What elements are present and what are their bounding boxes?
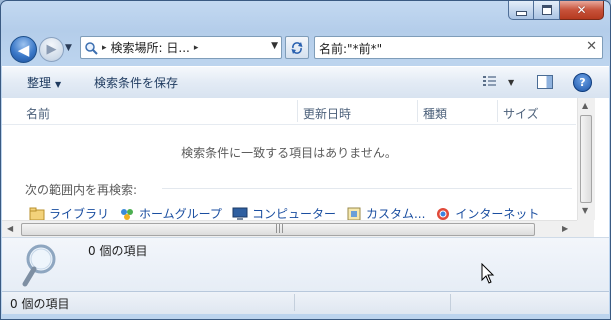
status-item-count: 0 個の項目 bbox=[10, 297, 70, 311]
mouse-pointer-icon bbox=[481, 263, 495, 284]
help-button[interactable]: ? bbox=[573, 73, 592, 92]
save-search-button[interactable]: 検索条件を保存 bbox=[94, 74, 178, 91]
scroll-down-icon[interactable]: ▼ bbox=[582, 206, 588, 215]
breadcrumb-separator-icon[interactable]: ▸ bbox=[194, 43, 199, 53]
forward-button[interactable]: ▶ bbox=[39, 37, 64, 62]
chevron-down-icon: ▼ bbox=[55, 80, 62, 89]
scroll-right-icon[interactable]: ▶ bbox=[562, 224, 568, 233]
change-view-button[interactable] bbox=[482, 74, 498, 91]
scroll-up-icon[interactable]: ▲ bbox=[582, 101, 588, 110]
status-divider bbox=[294, 294, 295, 311]
no-results-message: 検索条件に一致する項目はありません。 bbox=[181, 146, 397, 160]
file-list-area: 名前 更新日時 種類 サイズ 検索条件に一致する項目はありません。 次の範囲内を… bbox=[2, 98, 609, 237]
search-input[interactable]: 名前:"*前*" ✕ bbox=[314, 36, 603, 59]
forward-arrow-icon: ▶ bbox=[46, 42, 57, 57]
horizontal-scroll-thumb[interactable]: ||| bbox=[21, 223, 535, 236]
search-query-text[interactable]: 名前:"*前*" bbox=[319, 40, 382, 57]
command-bar: 整理 ▼ 検索条件を保存 ▼ ? bbox=[2, 66, 609, 99]
preview-pane-button[interactable] bbox=[537, 75, 553, 89]
minimize-icon bbox=[515, 11, 527, 16]
address-bar[interactable]: ▸ 検索場所: 日... ▸ ▼ bbox=[80, 36, 282, 59]
search-folder-icon bbox=[85, 41, 98, 55]
column-header-name[interactable]: 名前 bbox=[26, 105, 50, 122]
column-divider[interactable] bbox=[417, 100, 418, 122]
maximize-icon bbox=[541, 5, 552, 15]
back-arrow-icon: ◀ bbox=[17, 40, 30, 59]
refresh-icon bbox=[291, 41, 303, 54]
column-divider[interactable] bbox=[297, 100, 298, 122]
back-button[interactable]: ◀ bbox=[10, 36, 37, 63]
scroll-left-icon[interactable]: ◀ bbox=[7, 224, 13, 233]
close-button[interactable]: ✕ bbox=[560, 1, 604, 20]
search-again-label: 次の範囲内を再検索: bbox=[25, 183, 138, 197]
horizontal-scrollbar[interactable]: ◀ ||| ▶ bbox=[2, 220, 577, 237]
divider bbox=[162, 188, 572, 189]
computer-icon bbox=[232, 207, 248, 220]
close-icon: ✕ bbox=[576, 3, 587, 17]
breadcrumb-search-location[interactable]: 検索場所: 日... bbox=[111, 39, 190, 56]
view-options-dropdown[interactable]: ▼ bbox=[508, 78, 514, 87]
details-pane: 0 個の項目 bbox=[2, 237, 609, 292]
maximize-button[interactable] bbox=[534, 1, 560, 20]
pane-gutter bbox=[595, 98, 609, 237]
refresh-button[interactable] bbox=[285, 36, 309, 59]
vertical-scrollbar[interactable]: ▲ ▼ bbox=[577, 98, 595, 220]
minimize-button[interactable] bbox=[508, 1, 534, 20]
scroll-grip-icon: ||| bbox=[275, 224, 285, 234]
vertical-scroll-thumb[interactable] bbox=[580, 115, 592, 203]
column-header-type[interactable]: 種類 bbox=[423, 105, 447, 122]
recent-pages-dropdown[interactable]: ▼ bbox=[65, 43, 72, 53]
address-dropdown-icon[interactable]: ▼ bbox=[271, 41, 278, 51]
column-header-size[interactable]: サイズ bbox=[503, 105, 539, 122]
homegroup-icon bbox=[121, 208, 134, 220]
scrollbar-corner bbox=[577, 220, 594, 237]
internet-icon bbox=[437, 207, 450, 220]
explorer-window: ✕ ◀ ▶ ▼ ▸ 検索場所: 日... ▸ ▼ 名前:"*前*" ✕ 整理 ▼ … bbox=[0, 0, 611, 320]
breadcrumb-separator-icon[interactable]: ▸ bbox=[102, 43, 107, 53]
status-bar: 0 個の項目 bbox=[2, 291, 609, 314]
search-magnifier-icon bbox=[22, 244, 56, 287]
organize-button[interactable]: 整理 ▼ bbox=[27, 74, 61, 91]
column-header-date-modified[interactable]: 更新日時 bbox=[303, 105, 351, 122]
library-icon bbox=[29, 207, 45, 220]
status-divider bbox=[450, 294, 451, 311]
clear-search-icon[interactable]: ✕ bbox=[586, 39, 597, 54]
item-count: 0 個の項目 bbox=[88, 244, 148, 258]
column-header-row: 名前 更新日時 種類 サイズ bbox=[2, 98, 576, 125]
organize-label: 整理 bbox=[27, 76, 52, 90]
column-divider[interactable] bbox=[497, 100, 498, 122]
custom-icon bbox=[347, 207, 361, 220]
window-caption-buttons: ✕ bbox=[508, 1, 604, 20]
view-list-icon bbox=[483, 76, 496, 86]
